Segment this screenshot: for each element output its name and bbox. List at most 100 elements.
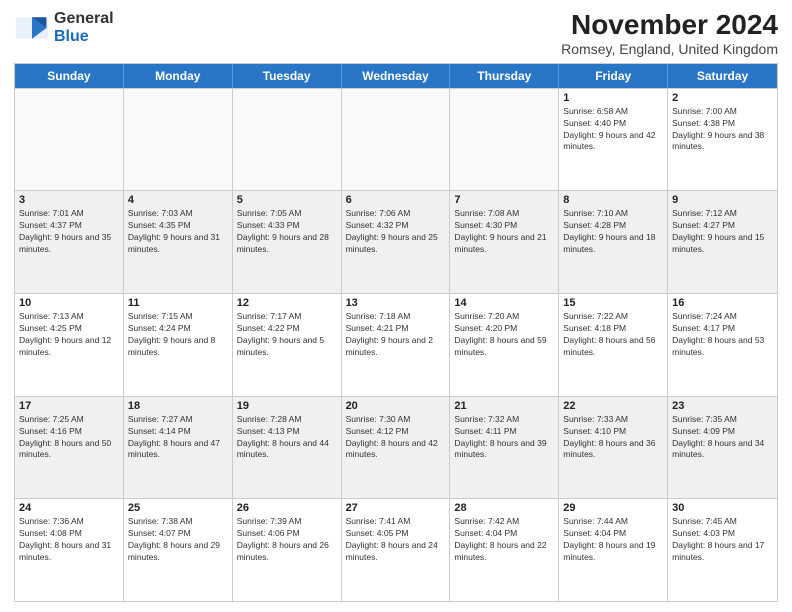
logo-icon (14, 10, 50, 46)
cell-info: Sunrise: 7:12 AM Sunset: 4:27 PM Dayligh… (672, 208, 773, 256)
cal-cell-5-6: 29 Sunrise: 7:44 AM Sunset: 4:04 PM Dayli… (559, 499, 668, 601)
cell-info: Sunrise: 7:27 AM Sunset: 4:14 PM Dayligh… (128, 414, 228, 462)
day-number: 1 (563, 92, 663, 104)
cal-cell-2-3: 5 Sunrise: 7:05 AM Sunset: 4:33 PM Daylig… (233, 191, 342, 293)
calendar-header: Sunday Monday Tuesday Wednesday Thursday… (15, 64, 777, 88)
cell-info: Sunrise: 7:38 AM Sunset: 4:07 PM Dayligh… (128, 516, 228, 564)
day-number: 7 (454, 194, 554, 206)
cal-cell-2-7: 9 Sunrise: 7:12 AM Sunset: 4:27 PM Daylig… (668, 191, 777, 293)
cal-cell-1-1 (15, 89, 124, 191)
location-subtitle: Romsey, England, United Kingdom (561, 41, 778, 57)
day-number: 10 (19, 297, 119, 309)
cal-cell-1-5 (450, 89, 559, 191)
month-year-title: November 2024 (561, 10, 778, 41)
cell-info: Sunrise: 7:03 AM Sunset: 4:35 PM Dayligh… (128, 208, 228, 256)
cal-cell-4-2: 18 Sunrise: 7:27 AM Sunset: 4:14 PM Dayli… (124, 397, 233, 499)
cal-cell-1-4 (342, 89, 451, 191)
header-wednesday: Wednesday (342, 64, 451, 88)
day-number: 5 (237, 194, 337, 206)
header-tuesday: Tuesday (233, 64, 342, 88)
week-row-4: 17 Sunrise: 7:25 AM Sunset: 4:16 PM Dayli… (15, 396, 777, 499)
cell-info: Sunrise: 7:33 AM Sunset: 4:10 PM Dayligh… (563, 414, 663, 462)
cell-info: Sunrise: 7:10 AM Sunset: 4:28 PM Dayligh… (563, 208, 663, 256)
day-number: 29 (563, 502, 663, 514)
day-number: 14 (454, 297, 554, 309)
cal-cell-2-1: 3 Sunrise: 7:01 AM Sunset: 4:37 PM Daylig… (15, 191, 124, 293)
logo-text: General Blue (54, 10, 114, 45)
cal-cell-1-6: 1 Sunrise: 6:58 AM Sunset: 4:40 PM Daylig… (559, 89, 668, 191)
day-number: 19 (237, 400, 337, 412)
cal-cell-3-3: 12Sunrise: 7:17 AM Sunset: 4:22 PM Dayli… (233, 294, 342, 396)
title-block: November 2024 Romsey, England, United Ki… (561, 10, 778, 57)
cell-info: Sunrise: 7:15 AM Sunset: 4:24 PM Dayligh… (128, 311, 228, 359)
calendar-body: 1 Sunrise: 6:58 AM Sunset: 4:40 PM Daylig… (15, 88, 777, 601)
cell-info: Sunrise: 7:36 AM Sunset: 4:08 PM Dayligh… (19, 516, 119, 564)
cal-cell-3-2: 11 Sunrise: 7:15 AM Sunset: 4:24 PM Dayli… (124, 294, 233, 396)
cell-info: Sunrise: 7:32 AM Sunset: 4:11 PM Dayligh… (454, 414, 554, 462)
day-number: 21 (454, 400, 554, 412)
day-number: 3 (19, 194, 119, 206)
cell-info: Sunrise: 7:35 AM Sunset: 4:09 PM Dayligh… (672, 414, 773, 462)
day-number: 2 (672, 92, 773, 104)
week-row-3: 10Sunrise: 7:13 AM Sunset: 4:25 PM Dayli… (15, 293, 777, 396)
cell-info: Sunrise: 7:44 AM Sunset: 4:04 PM Dayligh… (563, 516, 663, 564)
cell-info: Sunrise: 7:28 AM Sunset: 4:13 PM Dayligh… (237, 414, 337, 462)
header-sunday: Sunday (15, 64, 124, 88)
cal-cell-1-2 (124, 89, 233, 191)
cell-info: Sunrise: 7:41 AM Sunset: 4:05 PM Dayligh… (346, 516, 446, 564)
cal-cell-5-2: 25Sunrise: 7:38 AM Sunset: 4:07 PM Dayli… (124, 499, 233, 601)
cal-cell-3-4: 13 Sunrise: 7:18 AM Sunset: 4:21 PM Dayli… (342, 294, 451, 396)
day-number: 16 (672, 297, 773, 309)
cell-info: Sunrise: 7:08 AM Sunset: 4:30 PM Dayligh… (454, 208, 554, 256)
cell-info: Sunrise: 7:20 AM Sunset: 4:20 PM Dayligh… (454, 311, 554, 359)
cal-cell-2-2: 4 Sunrise: 7:03 AM Sunset: 4:35 PM Daylig… (124, 191, 233, 293)
logo: General Blue (14, 10, 114, 46)
week-row-5: 24Sunrise: 7:36 AM Sunset: 4:08 PM Dayli… (15, 498, 777, 601)
day-number: 6 (346, 194, 446, 206)
cal-cell-2-5: 7 Sunrise: 7:08 AM Sunset: 4:30 PM Daylig… (450, 191, 559, 293)
day-number: 23 (672, 400, 773, 412)
cell-info: Sunrise: 7:05 AM Sunset: 4:33 PM Dayligh… (237, 208, 337, 256)
header-thursday: Thursday (450, 64, 559, 88)
week-row-2: 3 Sunrise: 7:01 AM Sunset: 4:37 PM Daylig… (15, 190, 777, 293)
day-number: 30 (672, 502, 773, 514)
day-number: 4 (128, 194, 228, 206)
header-monday: Monday (124, 64, 233, 88)
cal-cell-2-6: 8 Sunrise: 7:10 AM Sunset: 4:28 PM Daylig… (559, 191, 668, 293)
cell-info: Sunrise: 7:25 AM Sunset: 4:16 PM Dayligh… (19, 414, 119, 462)
day-number: 17 (19, 400, 119, 412)
cell-info: Sunrise: 7:24 AM Sunset: 4:17 PM Dayligh… (672, 311, 773, 359)
cell-info: Sunrise: 7:30 AM Sunset: 4:12 PM Dayligh… (346, 414, 446, 462)
cal-cell-3-6: 15Sunrise: 7:22 AM Sunset: 4:18 PM Dayli… (559, 294, 668, 396)
cal-cell-3-7: 16 Sunrise: 7:24 AM Sunset: 4:17 PM Dayli… (668, 294, 777, 396)
day-number: 13 (346, 297, 446, 309)
cal-cell-2-4: 6 Sunrise: 7:06 AM Sunset: 4:32 PM Daylig… (342, 191, 451, 293)
cal-cell-5-4: 27 Sunrise: 7:41 AM Sunset: 4:05 PM Dayli… (342, 499, 451, 601)
cell-info: Sunrise: 7:45 AM Sunset: 4:03 PM Dayligh… (672, 516, 773, 564)
calendar: Sunday Monday Tuesday Wednesday Thursday… (14, 63, 778, 602)
cal-cell-4-3: 19 Sunrise: 7:28 AM Sunset: 4:13 PM Dayli… (233, 397, 342, 499)
cal-cell-4-1: 17 Sunrise: 7:25 AM Sunset: 4:16 PM Dayli… (15, 397, 124, 499)
cell-info: Sunrise: 7:01 AM Sunset: 4:37 PM Dayligh… (19, 208, 119, 256)
cal-cell-5-5: 28 Sunrise: 7:42 AM Sunset: 4:04 PM Dayli… (450, 499, 559, 601)
cal-cell-1-7: 2Sunrise: 7:00 AM Sunset: 4:38 PM Daylig… (668, 89, 777, 191)
day-number: 18 (128, 400, 228, 412)
day-number: 12 (237, 297, 337, 309)
cell-info: Sunrise: 7:06 AM Sunset: 4:32 PM Dayligh… (346, 208, 446, 256)
day-number: 27 (346, 502, 446, 514)
day-number: 28 (454, 502, 554, 514)
cell-info: Sunrise: 7:42 AM Sunset: 4:04 PM Dayligh… (454, 516, 554, 564)
cal-cell-4-5: 21 Sunrise: 7:32 AM Sunset: 4:11 PM Dayli… (450, 397, 559, 499)
day-number: 11 (128, 297, 228, 309)
week-row-1: 1 Sunrise: 6:58 AM Sunset: 4:40 PM Daylig… (15, 88, 777, 191)
cal-cell-5-1: 24Sunrise: 7:36 AM Sunset: 4:08 PM Dayli… (15, 499, 124, 601)
cell-info: Sunrise: 7:18 AM Sunset: 4:21 PM Dayligh… (346, 311, 446, 359)
cal-cell-4-6: 22Sunrise: 7:33 AM Sunset: 4:10 PM Dayli… (559, 397, 668, 499)
day-number: 15 (563, 297, 663, 309)
day-number: 9 (672, 194, 773, 206)
cell-info: Sunrise: 6:58 AM Sunset: 4:40 PM Dayligh… (563, 106, 663, 154)
cal-cell-3-5: 14 Sunrise: 7:20 AM Sunset: 4:20 PM Dayli… (450, 294, 559, 396)
day-number: 8 (563, 194, 663, 206)
header-saturday: Saturday (668, 64, 777, 88)
cal-cell-1-3 (233, 89, 342, 191)
